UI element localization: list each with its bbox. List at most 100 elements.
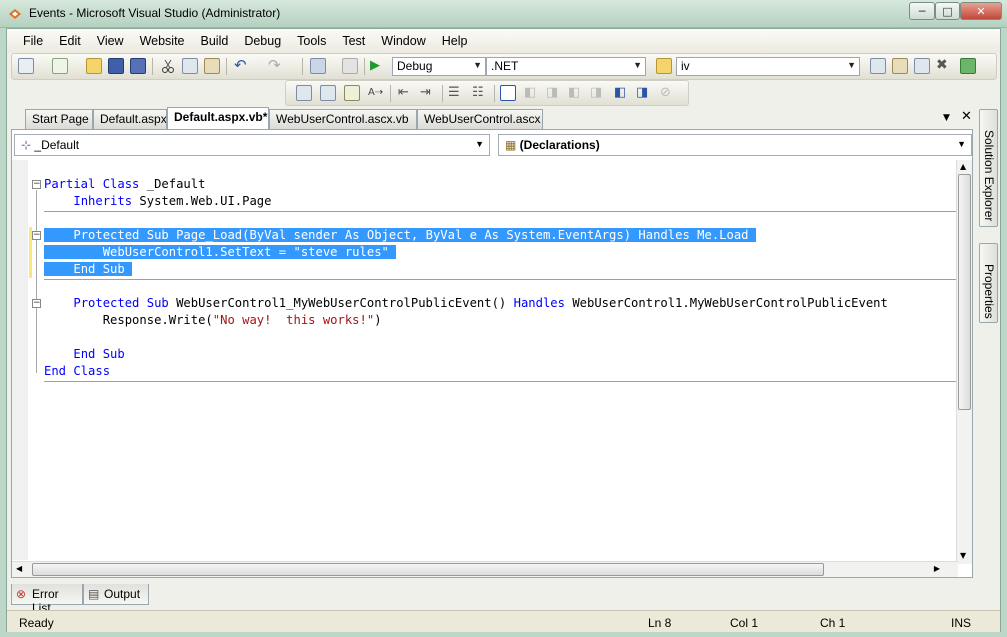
tab-default-aspx-vb[interactable]: Default.aspx.vb* <box>167 107 269 129</box>
chevron-down-icon: ▼ <box>473 60 482 70</box>
next-bookmark-icon[interactable]: ◨ <box>546 85 562 101</box>
find-combo[interactable]: iv ▼ <box>676 57 860 76</box>
title-bar: Events - Microsoft Visual Studio (Admini… <box>0 0 1007 28</box>
find-in-files-icon[interactable] <box>656 58 672 74</box>
visual-studio-icon <box>9 9 21 19</box>
main-window: File Edit View Website Build Debug Tools Test Wi… <box>6 28 1001 632</box>
maximize-button[interactable]: □ <box>935 2 960 20</box>
status-char: Ch 1 <box>820 616 846 630</box>
code-editor: ⊹ _Default ▼ ▦ (Declarations) ▼ Partial … <box>11 129 973 578</box>
previous-bookmark-doc-icon[interactable]: ◧ <box>614 85 630 101</box>
collapse-toggle-icon[interactable]: − <box>32 299 41 308</box>
scroll-right-arrow-icon[interactable]: ▶ <box>934 564 940 573</box>
start-page-icon[interactable] <box>960 58 976 74</box>
menu-debug[interactable]: Debug <box>236 34 289 48</box>
collapse-toggle-icon[interactable]: − <box>32 180 41 189</box>
tab-webusercontrol-ascx-vb[interactable]: WebUserControl.ascx.vb <box>269 109 417 129</box>
new-project-icon[interactable] <box>18 58 34 74</box>
menu-view[interactable]: View <box>89 34 132 48</box>
clear-bookmarks-icon[interactable]: ⊘ <box>660 85 676 101</box>
add-item-icon[interactable] <box>52 58 68 74</box>
next-bookmark-folder-icon[interactable]: ◨ <box>590 85 606 101</box>
menu-help[interactable]: Help <box>434 34 476 48</box>
solution-platform-combo[interactable]: .NET ▼ <box>486 57 646 76</box>
horizontal-scroll-thumb[interactable] <box>32 563 824 576</box>
parameter-info-icon[interactable] <box>320 85 336 101</box>
cut-icon[interactable] <box>160 58 176 74</box>
toggle-bookmark-icon[interactable] <box>500 85 516 101</box>
solution-configuration-combo[interactable]: Debug ▼ <box>392 57 486 76</box>
quick-info-icon[interactable] <box>344 85 360 101</box>
solution-explorer-tab[interactable]: Solution Explorer <box>979 109 998 227</box>
previous-bookmark-folder-icon[interactable]: ◧ <box>568 85 584 101</box>
code-line[interactable]: End Sub <box>44 261 133 278</box>
code-line[interactable]: WebUserControl1.SetText = "steve rules" <box>44 244 397 261</box>
tab-start-page[interactable]: Start Page <box>25 109 93 129</box>
tab-webusercontrol-ascx[interactable]: WebUserControl.ascx <box>417 109 543 129</box>
menu-website[interactable]: Website <box>132 34 193 48</box>
paste-icon[interactable] <box>204 58 220 74</box>
menu-build[interactable]: Build <box>193 34 237 48</box>
menu-file[interactable]: File <box>15 34 51 48</box>
output-icon: ▤ <box>88 587 100 601</box>
code-line[interactable]: Response.Write("No way! this works!") <box>44 312 382 329</box>
menu-window[interactable]: Window <box>373 34 433 48</box>
code-line[interactable]: End Sub <box>44 346 124 363</box>
horizontal-scrollbar[interactable]: ◀ ▶ <box>12 561 958 577</box>
object-browser-icon[interactable] <box>914 58 930 74</box>
outline-guide <box>36 241 37 271</box>
solution-explorer-icon[interactable] <box>870 58 886 74</box>
redo-icon[interactable]: ↷ <box>268 58 284 74</box>
increase-indent-icon[interactable]: ⇥ <box>420 85 436 101</box>
complete-word-icon[interactable]: A⇢ <box>368 85 384 101</box>
navigate-backward-icon[interactable] <box>310 58 326 74</box>
save-all-icon[interactable] <box>130 58 146 74</box>
standard-toolbar: ↶ ↷ ▶ Debug ▼ .NET ▼ iv ▼ ✖ <box>11 53 997 80</box>
error-list-tab[interactable]: ⊗ Error List <box>11 584 83 615</box>
indicator-margin[interactable] <box>12 160 28 560</box>
menu-test[interactable]: Test <box>334 34 373 48</box>
code-line[interactable]: Partial Class _Default <box>44 176 205 193</box>
scroll-up-arrow-icon[interactable]: ▲ <box>960 162 966 171</box>
menu-edit[interactable]: Edit <box>51 34 89 48</box>
undo-icon[interactable]: ↶ <box>234 58 250 74</box>
method-name-combo[interactable]: ▦ (Declarations) ▼ <box>498 134 972 156</box>
code-line[interactable]: End Class <box>44 363 110 380</box>
vertical-scrollbar[interactable]: ▲ ▼ <box>956 160 972 564</box>
properties-tab[interactable]: Properties <box>979 243 998 323</box>
toolbox-icon[interactable]: ✖ <box>936 58 952 74</box>
declarations-icon: ▦ <box>505 138 520 152</box>
properties-icon[interactable] <box>892 58 908 74</box>
collapse-toggle-icon[interactable]: − <box>32 231 41 240</box>
code-line[interactable]: Inherits System.Web.UI.Page <box>44 193 271 210</box>
chevron-down-icon: ▼ <box>633 60 642 70</box>
scroll-left-arrow-icon[interactable]: ◀ <box>16 564 22 573</box>
tab-default-aspx[interactable]: Default.aspx <box>93 109 167 129</box>
comment-out-icon[interactable]: ☰ <box>448 85 464 101</box>
minimize-button[interactable]: ─ <box>909 2 935 20</box>
vertical-scroll-thumb[interactable] <box>958 174 971 410</box>
change-tracking-bar <box>29 227 32 278</box>
code-line[interactable]: Protected Sub Page_Load(ByVal sender As … <box>44 227 756 244</box>
code-area[interactable]: Partial Class _Default Inherits System.W… <box>12 160 958 560</box>
start-debugging-icon[interactable]: ▶ <box>370 58 386 74</box>
uncomment-icon[interactable]: ☷ <box>472 85 488 101</box>
class-name-combo[interactable]: ⊹ _Default ▼ <box>14 134 490 156</box>
member-list-icon[interactable] <box>296 85 312 101</box>
close-document-icon[interactable]: ✕ <box>961 109 972 124</box>
decrease-indent-icon[interactable]: ⇤ <box>398 85 414 101</box>
close-button[interactable]: ✕ <box>960 2 1002 20</box>
scroll-down-arrow-icon[interactable]: ▼ <box>960 551 966 560</box>
window-title: Events - Microsoft Visual Studio (Admini… <box>29 6 281 20</box>
next-bookmark-doc-icon[interactable]: ◨ <box>636 85 652 101</box>
code-line[interactable]: Protected Sub WebUserControl1_MyWebUserC… <box>44 295 888 312</box>
active-files-dropdown-icon[interactable]: ▼ <box>943 113 950 123</box>
menu-tools[interactable]: Tools <box>289 34 334 48</box>
copy-icon[interactable] <box>182 58 198 74</box>
navigate-forward-icon[interactable] <box>342 58 358 74</box>
save-icon[interactable] <box>108 58 124 74</box>
output-tab[interactable]: ▤ Output <box>83 584 149 605</box>
previous-bookmark-icon[interactable]: ◧ <box>524 85 540 101</box>
open-folder-icon[interactable] <box>86 58 102 74</box>
outline-guide <box>36 309 37 356</box>
